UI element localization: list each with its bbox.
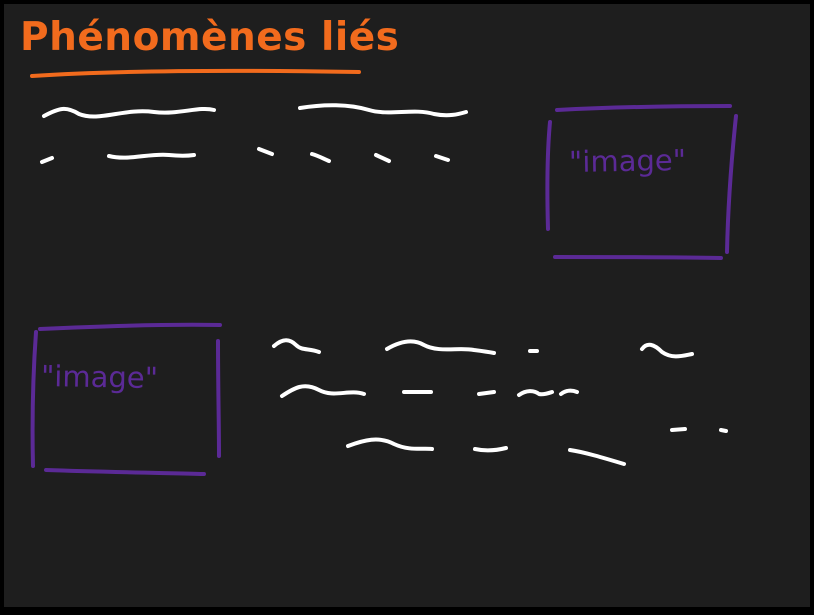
placeholder-text-block-top <box>40 103 468 164</box>
scribble-line <box>434 154 450 162</box>
scribble-line <box>385 339 496 355</box>
sketch-layer <box>30 68 738 476</box>
image-placeholder-frame-bottom-left <box>30 322 222 476</box>
scribble-line <box>719 428 728 433</box>
scribble-line <box>559 388 579 396</box>
scribble-line <box>272 338 321 354</box>
scribble-line <box>640 342 694 359</box>
placeholder-text-block-bottom <box>272 338 728 466</box>
scribble-line <box>374 153 391 163</box>
scribble-line <box>42 107 216 119</box>
scribble-line <box>107 152 196 160</box>
scribble-line <box>670 427 687 432</box>
scribble-line <box>477 390 496 396</box>
image-placeholder-frame-top-right <box>545 104 738 260</box>
scribble-line <box>298 103 468 118</box>
scribble-line <box>257 147 274 156</box>
scribble-line <box>310 152 331 163</box>
scribble-line <box>346 437 434 451</box>
scribble-line <box>517 389 554 397</box>
scribble-line <box>40 156 54 164</box>
scribble-line <box>568 448 626 466</box>
image-placeholder-label-top-right: "image" <box>568 142 687 180</box>
scribble-line <box>280 384 366 398</box>
title-underline <box>30 68 361 78</box>
image-placeholder-label-bottom-left: "image" <box>40 358 159 396</box>
whiteboard-canvas: Phénomènes liés "image" "image" <box>0 0 814 611</box>
scribble-line <box>473 446 508 453</box>
